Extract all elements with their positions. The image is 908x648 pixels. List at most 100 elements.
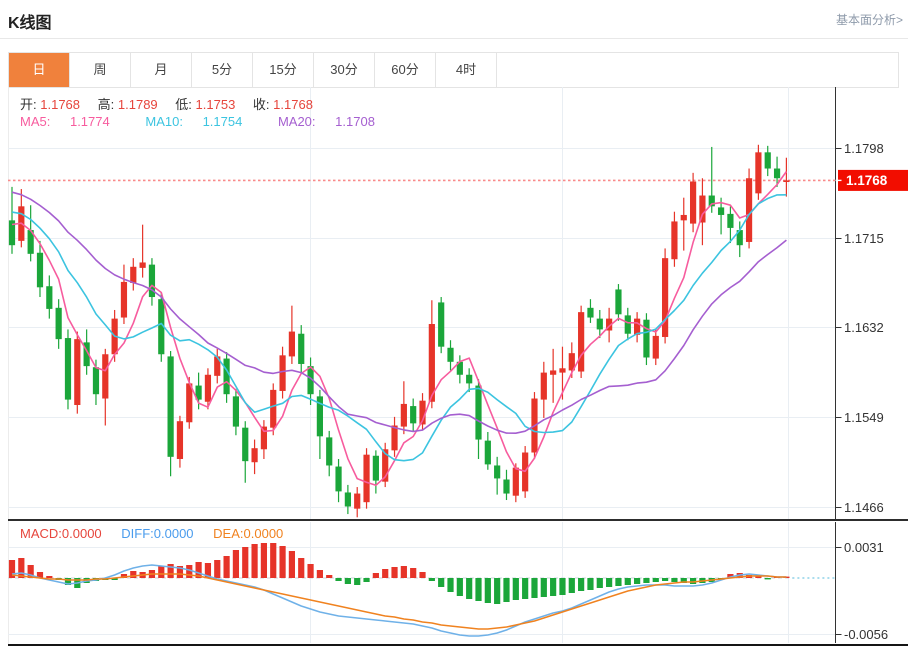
macd-bar	[541, 578, 547, 597]
macd-bar	[298, 558, 304, 578]
macd-bar	[597, 578, 603, 588]
macd-bar	[765, 578, 771, 579]
macd-bar	[373, 573, 379, 578]
main-gridlines	[8, 87, 835, 520]
candle-body	[74, 339, 80, 405]
current-price-badge-label: 1.1768	[846, 173, 888, 188]
tab-60分[interactable]: 60分	[375, 53, 436, 87]
macd-bar	[690, 578, 696, 584]
candle-body	[718, 207, 724, 215]
open-label: 开:	[20, 97, 37, 112]
dea-line	[12, 574, 786, 629]
candle-body	[783, 180, 789, 182]
candle-body	[233, 396, 239, 426]
macd-bar	[522, 578, 528, 599]
macd-bar	[251, 544, 257, 578]
macd-bar	[457, 578, 463, 596]
tab-15分[interactable]: 15分	[253, 53, 314, 87]
header-divider	[0, 38, 908, 39]
interval-tab-bar: 日周月5分15分30分60分4时	[8, 52, 899, 88]
macd-bar	[438, 578, 444, 587]
candle-body	[251, 448, 257, 462]
fundamental-analysis-link[interactable]: 基本面分析>	[836, 11, 903, 28]
dea-value: DEA:0.0000	[213, 526, 283, 541]
price-tick-label: 1.1549	[844, 410, 884, 425]
candle-body	[56, 308, 62, 339]
macd-bar	[410, 568, 416, 578]
candle-body	[270, 390, 276, 428]
tab-月[interactable]: 月	[131, 53, 192, 87]
close-label: 收:	[253, 97, 270, 112]
candle-body	[447, 348, 453, 362]
tab-周[interactable]: 周	[70, 53, 131, 87]
candle-body	[662, 258, 668, 337]
candle-body	[550, 370, 556, 374]
ma5-line	[12, 172, 786, 486]
macd-bar	[289, 551, 295, 578]
open-value: 1.1768	[40, 97, 80, 112]
macd-bar	[46, 576, 52, 578]
candle-body	[625, 315, 631, 333]
candle-body	[186, 383, 192, 422]
candle-body	[345, 492, 351, 506]
macd-tick-label: -0.0056	[844, 627, 888, 642]
candle-body	[401, 404, 407, 427]
ma-legend: MA5: 1.1774 MA10: 1.1754 MA20: 1.1708	[20, 114, 407, 129]
high-label: 高:	[98, 97, 115, 112]
candle-body	[373, 456, 379, 481]
macd-bar	[270, 543, 276, 578]
tab-4时[interactable]: 4时	[436, 53, 497, 87]
candle-body	[130, 267, 136, 283]
tab-30分[interactable]: 30分	[314, 53, 375, 87]
macd-bar	[513, 578, 519, 600]
ma20-legend: MA20: 1.1708	[278, 114, 391, 129]
candle-body	[746, 178, 752, 242]
macd-value: MACD:0.0000	[20, 526, 102, 541]
candle-body	[755, 152, 761, 193]
candle-body	[289, 332, 295, 357]
macd-tick-label: 0.0031	[844, 540, 884, 555]
macd-bar	[653, 578, 659, 582]
candle-body	[279, 355, 285, 391]
macd-bar	[475, 578, 481, 601]
ma10-legend: MA10: 1.1754	[145, 114, 258, 129]
macd-bar	[419, 572, 425, 578]
candle-body	[177, 421, 183, 459]
candle-body	[429, 324, 435, 402]
macd-bar	[307, 564, 313, 578]
panel-separator	[8, 519, 908, 521]
candle-body	[503, 480, 509, 494]
tab-日[interactable]: 日	[9, 53, 70, 87]
ma20-line	[12, 192, 786, 433]
tab-5分[interactable]: 5分	[192, 53, 253, 87]
macd-chart-canvas[interactable]: 0.0031 -0.0056 MACD:0.0000 DIFF:0.0000 DE…	[8, 522, 908, 643]
macd-bar	[279, 546, 285, 578]
candle-body	[541, 373, 547, 400]
low-value: 1.1753	[196, 97, 236, 112]
candle-body	[65, 338, 71, 400]
candle-body	[326, 437, 332, 465]
candle-body	[765, 152, 771, 168]
macd-bar	[242, 547, 248, 578]
candle-body	[578, 312, 584, 371]
candle-body	[466, 375, 472, 384]
candle-body	[223, 359, 229, 395]
macd-histogram	[9, 543, 790, 604]
macd-bar	[429, 578, 435, 581]
ma5-legend: MA5: 1.1774	[20, 114, 126, 129]
main-chart-canvas[interactable]: 1.17981.17151.16321.15491.14661.1768 开: …	[8, 87, 908, 520]
macd-bar	[261, 543, 267, 578]
macd-legend: MACD:0.0000 DIFF:0.0000 DEA:0.0000	[20, 526, 299, 541]
candle-body	[727, 214, 733, 228]
candle-body	[671, 221, 677, 259]
candle-body	[597, 319, 603, 330]
candle-body	[438, 302, 444, 346]
macd-bar	[223, 556, 229, 578]
candle-body	[335, 467, 341, 492]
price-tick-label: 1.1466	[844, 500, 884, 515]
ohlc-legend: 开: 1.1768 高: 1.1789 低: 1.1753 收: 1.1768	[20, 94, 327, 113]
macd-bar	[335, 578, 341, 581]
macd-bar	[18, 558, 24, 578]
macd-bar	[382, 569, 388, 578]
macd-bar	[503, 578, 509, 602]
